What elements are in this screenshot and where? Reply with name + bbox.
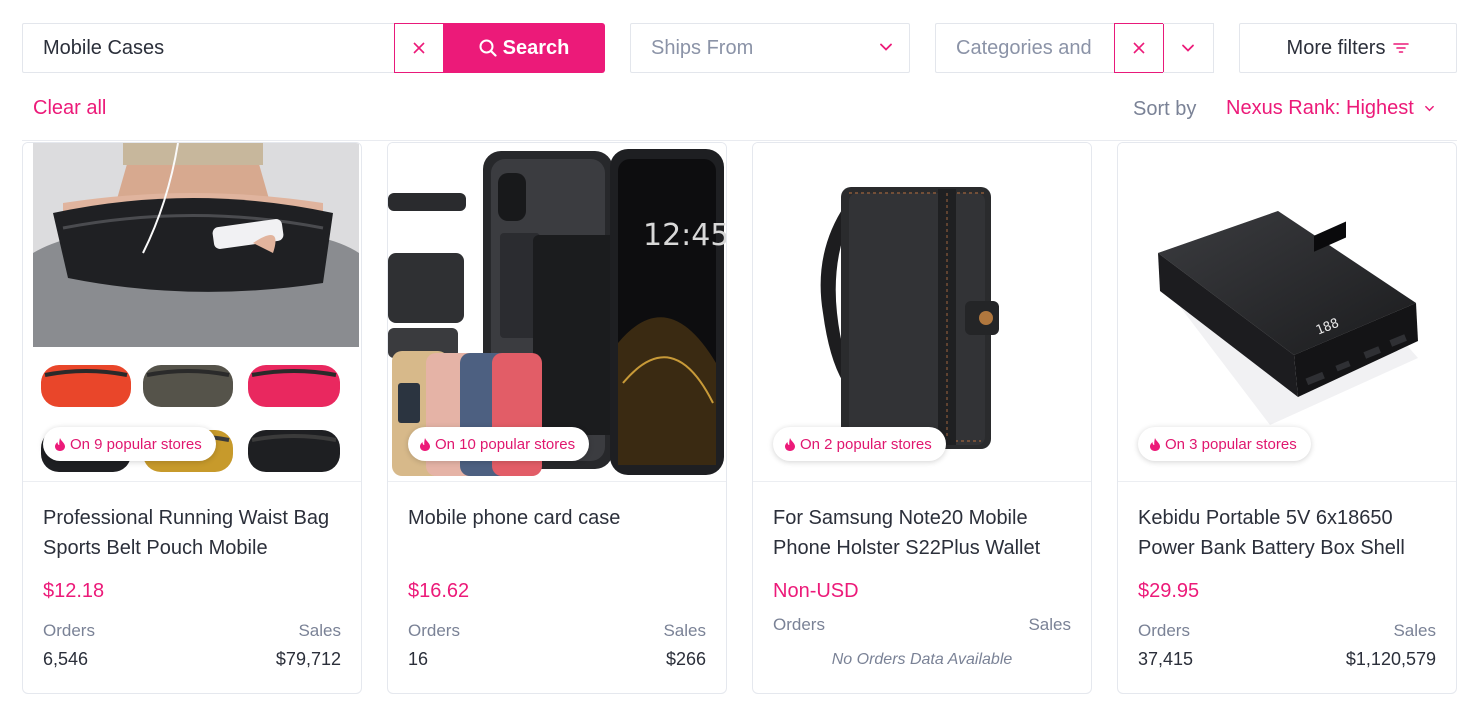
product-price: $12.18	[43, 580, 105, 602]
orders-label: Orders	[43, 621, 95, 640]
categories-clear-button[interactable]	[1114, 23, 1164, 73]
orders-value: 16	[408, 649, 429, 669]
sort-label: Sort by	[1133, 98, 1197, 120]
search-input-value: Mobile Cases	[43, 36, 165, 59]
sales-value: $1,120,579	[1345, 649, 1436, 669]
product-title[interactable]: Professional Running Waist Bag Sports Be…	[43, 503, 343, 563]
orders-label: Orders	[1138, 621, 1190, 640]
chevron-down-icon	[880, 43, 892, 51]
sales-label: Sales	[1393, 621, 1436, 640]
toolbar-divider	[22, 140, 1457, 141]
more-filters-button[interactable]: More filters	[1239, 23, 1457, 73]
sales-label: Sales	[298, 621, 341, 640]
popular-stores-badge: On 3 popular stores	[1138, 427, 1311, 461]
sales-label: Sales	[1028, 615, 1071, 634]
search-input[interactable]: Mobile Cases	[22, 23, 395, 73]
flame-icon	[420, 437, 430, 451]
orders-value: 6,546	[43, 649, 89, 669]
sales-value: $266	[665, 649, 706, 669]
product-card[interactable]: 188 On 3 popular stores Kebidu Portable …	[1117, 142, 1457, 694]
sales-label: Sales	[663, 621, 706, 640]
product-card[interactable]: On 2 popular stores For Samsung Note20 M…	[752, 142, 1092, 694]
ships-from-placeholder: Ships From	[651, 36, 754, 59]
card-divider	[23, 481, 361, 482]
ships-from-select[interactable]: Ships From	[630, 23, 910, 73]
product-title[interactable]: For Samsung Note20 Mobile Phone Holster …	[773, 503, 1073, 563]
search-button-label: Search	[502, 36, 570, 59]
filter-lines-icon	[1393, 43, 1410, 53]
product-title[interactable]: Kebidu Portable 5V 6x18650 Power Bank Ba…	[1138, 503, 1438, 563]
more-filters-label: More filters	[1286, 36, 1386, 59]
categories-dropdown-toggle[interactable]	[1163, 23, 1214, 73]
popular-stores-badge: On 9 popular stores	[43, 427, 216, 461]
orders-label: Orders	[408, 621, 460, 640]
search-icon	[479, 39, 497, 57]
orders-value: 37,415	[1138, 649, 1194, 669]
categories-placeholder: Categories and	[956, 36, 1092, 59]
product-card[interactable]: On 9 popular stores Professional Running…	[22, 142, 362, 694]
search-button[interactable]: Search	[443, 23, 605, 73]
orders-label: Orders	[773, 615, 825, 634]
sort-select[interactable]: Nexus Rank: Highest	[1226, 97, 1435, 120]
product-title[interactable]: Mobile phone card case	[408, 503, 708, 563]
search-clear-button[interactable]	[394, 23, 444, 73]
product-price: $29.95	[1138, 580, 1200, 602]
card-divider	[753, 481, 1091, 482]
no-orders-data-text: No Orders Data Available	[831, 651, 1013, 668]
close-icon	[1133, 42, 1145, 54]
sales-value: $79,712	[275, 649, 341, 669]
chevron-down-icon	[1182, 44, 1194, 52]
card-divider	[388, 481, 726, 482]
sort-value: Nexus Rank: Highest	[1226, 97, 1414, 119]
popular-stores-badge: On 10 popular stores	[408, 427, 590, 461]
product-price: Non-USD	[773, 580, 859, 602]
product-price: $16.62	[408, 580, 470, 602]
flame-icon	[1150, 437, 1160, 451]
svg-text:12:45: 12:45	[643, 218, 726, 253]
clear-all-link[interactable]: Clear all	[33, 97, 106, 120]
flame-icon	[785, 437, 795, 451]
product-card[interactable]: 12:45 On 10 popular stores Mobile phone …	[387, 142, 727, 694]
flame-icon	[55, 437, 65, 451]
popular-stores-badge: On 2 popular stores	[773, 427, 946, 461]
categories-select[interactable]: Categories and	[935, 23, 1115, 73]
close-icon	[413, 42, 425, 54]
chevron-down-icon	[1424, 105, 1434, 112]
card-divider	[1118, 481, 1456, 482]
